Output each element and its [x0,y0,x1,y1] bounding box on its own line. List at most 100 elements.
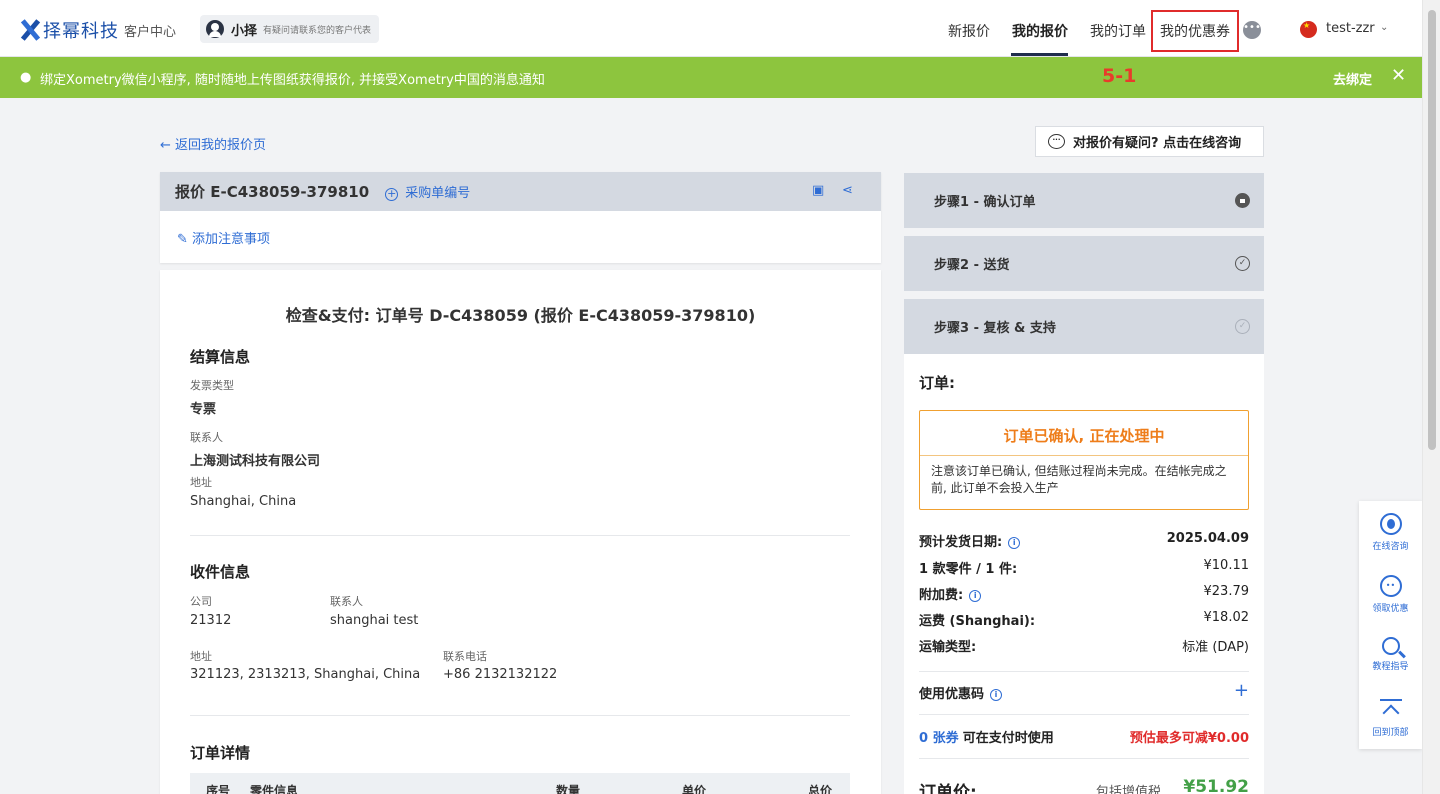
back-to-quotes-link[interactable]: ← 返回我的报价页 [160,134,266,153]
customer-center-link[interactable]: 客户中心 [124,21,176,40]
coupon-availability: 0 张券 可在支付时使用 [919,727,1054,746]
tool-label: 教程指导 [1372,662,1409,672]
summary-divider [919,671,1249,672]
shipping-address-label: 地址 [190,650,212,663]
col-unit-price: 单价 [682,784,707,794]
coupon-hint: 可在支付时使用 [962,731,1054,746]
rep-avatar-icon [206,20,224,38]
tool-label: 领取优惠 [1372,604,1409,614]
step-3-label: 步骤3 - 复核 & 支持 [934,321,1056,336]
chevron-down-icon[interactable]: ⌄ [1380,22,1388,33]
back-to-top-tool[interactable]: 回到顶部 [1359,699,1422,738]
coupon-highlight-box [1151,10,1239,52]
ship-date-label-group: 预计发货日期: i [919,531,1021,550]
po-link-label: 采购单编号 [405,186,471,201]
section-divider [190,535,850,536]
share-icon[interactable]: ⋖ [842,183,857,198]
phone-label: 联系电话 [443,650,487,663]
check-circle-icon: ✓ [1235,256,1250,271]
page-scrollbar[interactable] [1422,0,1440,794]
surcharge-label-group: 附加费: i [919,584,982,603]
online-consult-tool[interactable]: 在线咨询 [1359,513,1422,552]
company-value: 21312 [190,613,232,628]
scrollbar-thumb[interactable] [1428,10,1436,450]
summary-divider [919,714,1249,715]
phone-value: +86 2132132122 [443,667,558,682]
invoice-type-value: 专票 [190,402,217,417]
vat-included-label: 包括增值税 [1095,785,1161,794]
billing-section-title: 结算信息 [190,348,251,366]
username[interactable]: test-zzr [1326,21,1375,36]
logo[interactable]: 择幂科技 [20,17,119,43]
col-total-price: 总价 [808,784,833,794]
nav-new-quote[interactable]: 新报价 [948,21,990,41]
tutorial-tool[interactable]: 教程指导 [1359,637,1422,672]
order-status-box: 订单已确认, 正在处理中 注意该订单已确认, 但结账过程尚未完成。在结帐完成之前… [919,410,1249,510]
order-table-header: 序号 零件信息 数量 单价 总价 [190,773,850,794]
step-2-delivery[interactable]: 步骤2 - 送货 ✓ [904,236,1264,291]
ship-date-value: 2025.04.09 [1166,531,1249,546]
lock-icon [1235,193,1250,208]
coupon-code-label: 使用优惠码 [919,687,985,702]
logo-text: 择幂科技 [43,21,119,42]
info-icon[interactable]: i [990,689,1003,701]
summary-title: 订单: [919,374,955,392]
coupon-count[interactable]: 0 张券 [919,731,959,746]
quote-title: 报价 E-C438059-379810 [175,183,370,201]
order-summary-panel: 订单: 订单已确认, 正在处理中 注意该订单已确认, 但结账过程尚未完成。在结帐… [904,354,1264,794]
quote-header: 报价 E-C438059-379810 + 采购单编号 ▣ ⋖ [160,172,881,211]
edit-icon: ✎ [177,232,193,247]
annotation-label: 5-1 [1102,65,1137,87]
col-part-info: 零件信息 [250,784,299,794]
step-1-confirm-order[interactable]: 步骤1 - 确认订单 [904,173,1264,228]
detail-title: 检查&支付: 订单号 D-C438059 (报价 E-C438059-37981… [285,306,756,325]
nav-my-quotes[interactable]: 我的报价 [1012,21,1068,41]
billing-address-label: 地址 [190,476,212,489]
ship-date-label: 预计发货日期: [919,535,1003,550]
plus-circle-icon: + [385,187,399,201]
surcharge-label: 附加费: [919,588,964,603]
section-divider [190,715,850,716]
step-2-label: 步骤2 - 送货 [934,258,1010,273]
order-price-label: 订单价: [919,783,977,794]
bind-button[interactable]: 去绑定 [1333,69,1372,88]
check-circle-icon: ✓ [1235,319,1250,334]
tool-label: 回到顶部 [1372,728,1409,738]
message-bubble-icon[interactable]: ••• [1243,21,1261,39]
billing-contact-value: 上海测试科技有限公司 [190,454,321,469]
image-gallery-icon[interactable]: ▣ [812,183,827,198]
purchase-order-link[interactable]: + 采购单编号 [385,182,470,201]
xometry-logo-icon [20,19,40,41]
order-price-value: ¥51.92 [1183,777,1249,794]
add-note-label: 添加注意事项 [192,232,271,247]
consult-label: 对报价有疑问? 点击在线咨询 [1073,136,1242,151]
chat-icon: ··· [1048,134,1065,149]
info-icon[interactable]: i [969,590,982,602]
coupon-code-label-group: 使用优惠码 i [919,683,1003,702]
active-nav-underline [1011,53,1068,56]
shipping-contact-value: shanghai test [330,613,419,628]
billing-address-value: Shanghai, China [190,494,297,509]
close-icon[interactable]: ✕ [1391,65,1406,86]
step-1-label: 步骤1 - 确认订单 [934,195,1036,210]
info-icon[interactable]: i [1008,537,1021,549]
order-status-note: 注意该订单已确认, 但结账过程尚未完成。在结帐完成之前, 此订单不会投入生产 [931,464,1227,495]
wechat-banner: ● 绑定Xometry微信小程序, 随时随地上传图纸获得报价, 并接受Xomet… [0,57,1422,98]
sales-rep-badge[interactable]: 小择 有疑问请联系您的客户代表 [200,15,380,43]
wechat-icon: •• [1379,575,1402,597]
shipping-type-value: 标准 (DAP) [1182,640,1249,655]
col-quantity: 数量 [556,784,581,794]
coupon-max-saving: 预估最多可减¥0.00 [1129,731,1249,746]
company-label: 公司 [190,595,212,608]
nav-my-orders[interactable]: 我的订单 [1090,21,1146,41]
search-icon [1381,637,1400,655]
step-3-review-support[interactable]: 步骤3 - 复核 & 支持 ✓ [904,299,1264,354]
rep-description: 有疑问请联系您的客户代表 [263,25,372,36]
add-coupon-icon[interactable]: + [1234,680,1249,701]
online-consult-button[interactable]: ··· 对报价有疑问? 点击在线咨询 [1035,126,1264,157]
freight-value: ¥18.02 [1203,610,1250,625]
add-note-link[interactable]: ✎ 添加注意事项 [177,228,270,247]
parts-value: ¥10.11 [1203,558,1250,573]
order-details-title: 订单详情 [190,744,251,762]
get-coupon-tool[interactable]: •• 领取优惠 [1359,575,1422,614]
